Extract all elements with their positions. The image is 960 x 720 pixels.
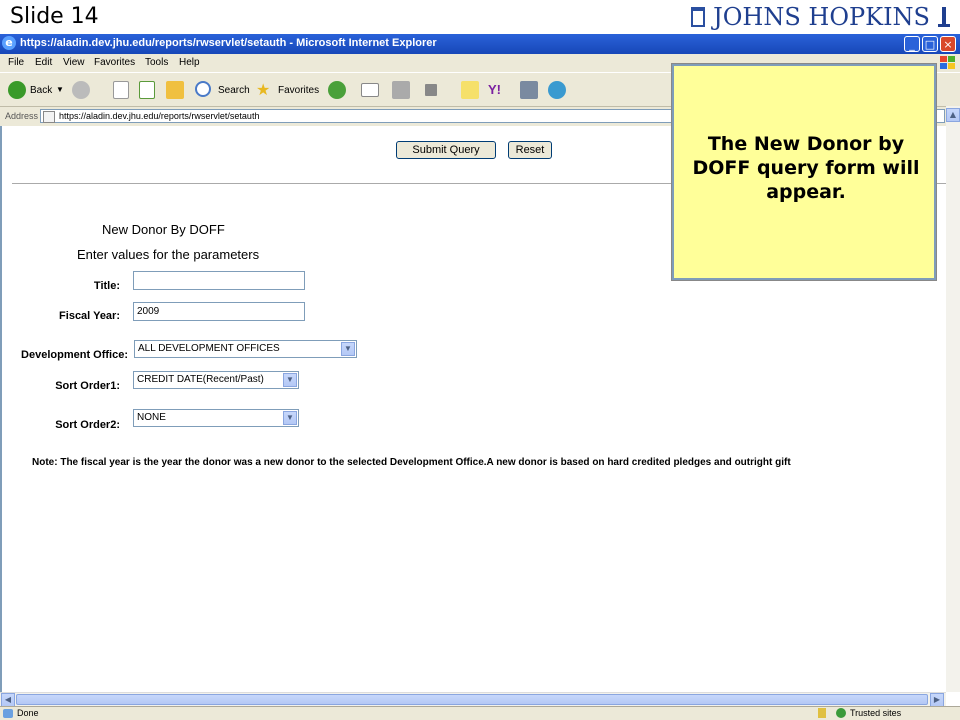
refresh-icon[interactable] — [139, 81, 155, 99]
window-title: https://aladin.dev.jhu.edu/reports/rwser… — [20, 37, 437, 49]
yahoo-icon[interactable]: Y! — [488, 82, 501, 97]
chevron-down-icon[interactable]: ▼ — [283, 373, 297, 387]
sort-order2-label: Sort Order2: — [55, 419, 120, 431]
menu-view[interactable]: View — [63, 57, 85, 68]
vertical-scrollbar[interactable]: ▲ — [946, 106, 960, 692]
window-titlebar: e https://aladin.dev.jhu.edu/reports/rws… — [0, 34, 960, 54]
sort-order1-label: Sort Order1: — [55, 380, 120, 392]
fiscal-year-note: Note: The fiscal year is the year the do… — [32, 457, 791, 468]
tower-icon — [938, 7, 950, 27]
development-office-value: ALL DEVELOPMENT OFFICES — [138, 343, 280, 354]
crest-icon — [691, 7, 706, 27]
minimize-button[interactable]: _ — [904, 36, 920, 52]
research-icon[interactable] — [520, 81, 538, 99]
history-icon[interactable] — [328, 81, 346, 99]
slide-header: Slide 14 JOHNS HOPKINS — [0, 0, 960, 34]
edit-icon[interactable] — [425, 84, 437, 96]
scroll-up-icon[interactable]: ▲ — [946, 108, 960, 122]
forward-arrow-icon[interactable] — [72, 81, 90, 99]
back-button-label[interactable]: Back — [30, 85, 52, 96]
close-button[interactable]: × — [940, 36, 956, 52]
mail-icon[interactable] — [361, 83, 379, 97]
callout-box: The New Donor by DOFF query form will ap… — [672, 64, 936, 280]
page-icon — [43, 111, 55, 123]
messenger-icon[interactable] — [461, 81, 479, 99]
maximize-button[interactable]: □ — [922, 36, 938, 52]
favorites-button-label[interactable]: Favorites — [278, 85, 319, 96]
menu-help[interactable]: Help — [179, 57, 200, 68]
callout-text: The New Donor by DOFF query form will ap… — [692, 133, 920, 203]
logo-text: JOHNS HOPKINS — [713, 3, 930, 31]
scroll-right-icon[interactable]: ▶ — [930, 693, 944, 707]
title-label: Title: — [93, 280, 120, 292]
title-input[interactable] — [133, 271, 305, 290]
home-icon[interactable] — [166, 81, 184, 99]
trusted-zone-icon — [836, 708, 846, 718]
status-text: Done — [17, 708, 39, 718]
report-title: New Donor By DOFF — [102, 222, 225, 237]
chevron-down-icon[interactable]: ▼ — [341, 342, 355, 356]
horizontal-scroll-thumb[interactable] — [16, 694, 928, 705]
windows-flag-icon — [940, 56, 955, 69]
back-dropdown-icon[interactable]: ▼ — [56, 85, 64, 94]
lock-icon — [818, 708, 826, 718]
slide-title: Slide 14 — [10, 4, 99, 29]
sort-order1-value: CREDIT DATE(Recent/Past) — [137, 374, 264, 385]
reset-button[interactable]: Reset — [508, 141, 552, 159]
back-arrow-icon[interactable] — [8, 81, 26, 99]
jhu-logo: JOHNS HOPKINS — [691, 2, 950, 32]
parameters-instructions: Enter values for the parameters — [77, 247, 260, 262]
submit-query-button[interactable]: Submit Query — [396, 141, 496, 159]
scroll-left-icon[interactable]: ◀ — [1, 693, 15, 707]
zone-text: Trusted sites — [850, 708, 902, 718]
sort-order1-select[interactable]: CREDIT DATE(Recent/Past) ▼ — [133, 371, 299, 389]
menu-tools[interactable]: Tools — [145, 57, 168, 68]
menu-favorites[interactable]: Favorites — [94, 57, 135, 68]
status-bar: Done Trusted sites — [0, 706, 960, 720]
horizontal-scrollbar[interactable]: ◀ ▶ — [0, 692, 946, 707]
address-url: https://aladin.dev.jhu.edu/reports/rwser… — [59, 111, 260, 121]
development-office-select[interactable]: ALL DEVELOPMENT OFFICES ▼ — [134, 340, 357, 358]
stop-icon[interactable] — [113, 81, 129, 99]
address-label: Address — [5, 111, 39, 121]
menu-file[interactable]: File — [8, 57, 24, 68]
print-icon[interactable] — [392, 81, 410, 99]
chevron-down-icon[interactable]: ▼ — [283, 411, 297, 425]
sort-order2-select[interactable]: NONE ▼ — [133, 409, 299, 427]
fiscal-year-label: Fiscal Year: — [59, 310, 120, 322]
sort-order2-value: NONE — [137, 412, 166, 423]
ie-page-icon — [3, 709, 13, 718]
search-button-label[interactable]: Search — [218, 85, 250, 96]
development-office-label: Development Office: — [21, 349, 128, 361]
people-icon[interactable] — [548, 81, 566, 99]
search-icon[interactable] — [195, 81, 211, 97]
ie-icon: e — [2, 36, 16, 50]
favorites-star-icon[interactable]: ★ — [256, 80, 270, 100]
fiscal-year-input[interactable]: 2009 — [133, 302, 305, 321]
menu-edit[interactable]: Edit — [35, 57, 52, 68]
